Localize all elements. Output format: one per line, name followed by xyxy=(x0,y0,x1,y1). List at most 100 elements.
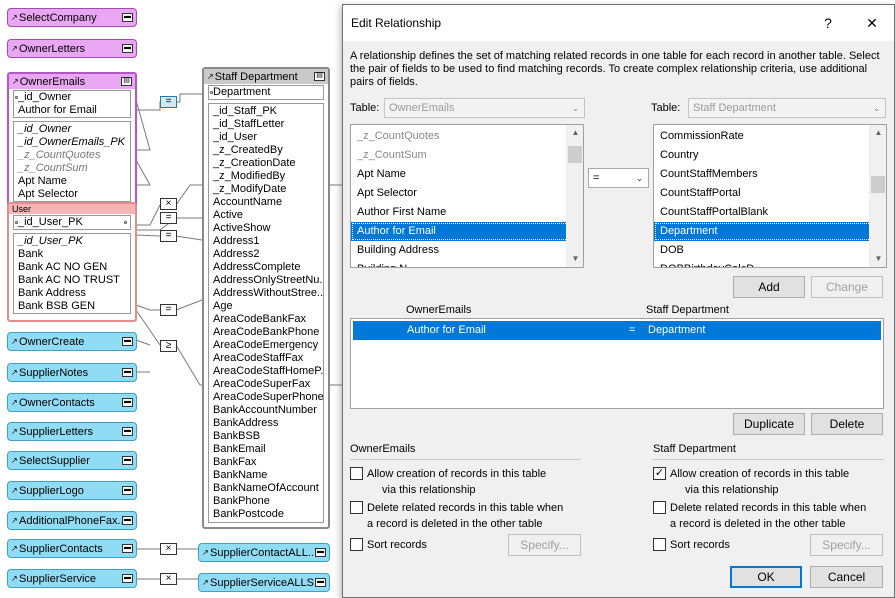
change-button[interactable]: Change xyxy=(811,276,883,298)
duplicate-button[interactable]: Duplicate xyxy=(733,413,805,435)
table-occurrence-staff-department[interactable]: ↗ Staff Department ▤ Department _id_Staf… xyxy=(202,67,330,529)
field-list-item[interactable]: Author First Name xyxy=(351,203,583,222)
left-delete-related-checkbox[interactable] xyxy=(350,501,363,514)
operator-select[interactable]: = ⌄ xyxy=(588,168,649,188)
field-list-item[interactable]: CountStaffPortal xyxy=(654,184,886,203)
field-list-item[interactable]: Building Address xyxy=(351,241,583,260)
table-occurrence-ownercontacts[interactable]: ↗ OwnerContacts ▬ xyxy=(7,393,137,412)
cancel-button[interactable]: Cancel xyxy=(810,566,883,588)
add-button[interactable]: Add xyxy=(733,276,805,298)
collapse-icon[interactable]: ▬ xyxy=(122,368,133,377)
option-label-line: a record is deleted in the other table xyxy=(367,518,543,530)
right-sort-checkbox[interactable] xyxy=(653,538,666,551)
collapse-icon[interactable]: ▬ xyxy=(122,456,133,465)
table-occurrence-suppliernotes[interactable]: ↗ SupplierNotes ▬ xyxy=(7,363,137,382)
table-occurrence-header[interactable]: ↗ Staff Department ▤ xyxy=(204,69,328,84)
collapse-icon[interactable]: ▬ xyxy=(122,13,133,22)
collapse-icon[interactable]: ▬ xyxy=(122,427,133,436)
left-allow-create-checkbox[interactable] xyxy=(350,467,363,480)
pin-icon: ↗ xyxy=(11,398,18,407)
delete-button[interactable]: Delete xyxy=(811,413,883,435)
relationship-pairs-list[interactable]: Author for Email = Department xyxy=(350,318,884,409)
right-specify-button[interactable]: Specify... xyxy=(810,534,883,556)
table-occurrence-suppliercontactall[interactable]: ↗ SupplierContactALL... ▬ xyxy=(198,543,330,562)
field-row: Bank xyxy=(18,248,44,260)
field-list-item[interactable]: Building N... xyxy=(351,260,583,267)
collapse-icon[interactable]: ▬ xyxy=(315,548,326,557)
left-table-select[interactable]: OwnerEmails ⌄ xyxy=(384,98,585,118)
collapse-icon[interactable]: ▬ xyxy=(122,337,133,346)
relationship-equals-icon[interactable]: = xyxy=(160,304,177,316)
right-delete-related-checkbox[interactable] xyxy=(653,501,666,514)
collapse-icon[interactable]: ▬ xyxy=(122,486,133,495)
right-allow-create-checkbox[interactable]: ✓ xyxy=(653,467,666,480)
field-list-item[interactable]: CommissionRate xyxy=(654,127,886,146)
field-list-item[interactable]: Department xyxy=(654,222,886,241)
relationship-cartesian-icon[interactable]: × xyxy=(160,573,177,585)
table-occurrence-owneremails[interactable]: ↗ OwnerEmails ▤ _id_Owner Author for Ema… xyxy=(7,72,137,208)
scroll-up-icon[interactable]: ▲ xyxy=(567,125,583,141)
relationship-cartesian-icon[interactable]: × xyxy=(160,543,177,555)
key-dot-icon xyxy=(124,221,127,224)
collapse-icon[interactable]: ▬ xyxy=(122,544,133,553)
left-sort-checkbox[interactable] xyxy=(350,538,363,551)
relationship-pair-row[interactable]: Author for Email = Department xyxy=(353,321,881,340)
scroll-thumb[interactable] xyxy=(871,176,885,193)
field-list[interactable]: _id_Owner _id_OwnerEmails_PK _z_CountQuo… xyxy=(13,121,131,202)
collapse-icon[interactable]: ▤ xyxy=(121,77,132,86)
dialog-titlebar[interactable]: Edit Relationship ? ✕ xyxy=(343,5,894,41)
field-list-item[interactable]: Author for Email xyxy=(351,222,583,241)
scroll-thumb[interactable] xyxy=(568,146,582,163)
table-occurrence-ownerletters[interactable]: ↗ OwnerLetters ▬ xyxy=(7,39,137,58)
field-list-item[interactable]: _z_CountSum xyxy=(351,146,583,165)
field-list-item[interactable]: _z_CountQuotes xyxy=(351,127,583,146)
field-list[interactable]: _id_User_PK Bank Bank AC NO GEN Bank AC … xyxy=(13,233,131,314)
table-occurrence-header[interactable]: ↗ OwnerEmails ▤ xyxy=(9,74,135,89)
table-occurrence-header[interactable]: User xyxy=(9,204,135,214)
field-list[interactable]: _id_Staff_PK _id_StaffLetter _id_User _z_Cr… xyxy=(208,103,324,523)
scroll-down-icon[interactable]: ▼ xyxy=(870,251,886,267)
field-list-item[interactable]: Apt Name xyxy=(351,165,583,184)
table-occurrence-user[interactable]: User _id_User_PK _id_User_PK Bank Bank A… xyxy=(7,202,137,322)
left-specify-button[interactable]: Specify... xyxy=(508,534,581,556)
field-list-item[interactable]: Apt Selector xyxy=(351,184,583,203)
collapse-icon[interactable]: ▬ xyxy=(315,578,326,587)
table-occurrence-additionalphonefax[interactable]: ↗ AdditionalPhoneFax... ▬ xyxy=(7,511,137,530)
table-occurrence-selectcompany[interactable]: ↗ SelectCompany ▬ xyxy=(7,8,137,27)
left-field-list[interactable]: _z_CountQuotes _z_CountSum Apt Name Apt Sel… xyxy=(350,124,584,268)
scroll-down-icon[interactable]: ▼ xyxy=(567,251,583,267)
relationship-equals-icon[interactable]: = xyxy=(160,230,177,242)
table-occurrence-supplierlogo[interactable]: ↗ SupplierLogo ▬ xyxy=(7,481,137,500)
ok-button[interactable]: OK xyxy=(730,566,802,588)
field-list-item[interactable]: CountStaffPortalBlank xyxy=(654,203,886,222)
pin-icon: ↗ xyxy=(11,574,18,583)
table-occurrence-supplierserviceall[interactable]: ↗ SupplierServiceALLS... ▬ xyxy=(198,573,330,592)
relationship-equals-icon[interactable]: = xyxy=(160,96,177,108)
scroll-up-icon[interactable]: ▲ xyxy=(870,125,886,141)
field-list-item[interactable]: DOBBirthdayCalcD... xyxy=(654,260,886,267)
table-occurrence-suppliercontacts[interactable]: ↗ SupplierContacts ▬ xyxy=(7,539,137,558)
right-table-select[interactable]: Staff Department ⌄ xyxy=(688,98,886,118)
collapse-icon[interactable]: ▬ xyxy=(122,516,133,525)
collapse-icon[interactable]: ▬ xyxy=(122,398,133,407)
field-list-item[interactable]: DOB xyxy=(654,241,886,260)
right-field-list[interactable]: CommissionRate Country CountStaffMembers Co… xyxy=(653,124,887,268)
field-list-item[interactable]: CountStaffMembers xyxy=(654,165,886,184)
table-occurrence-supplierservice[interactable]: ↗ SupplierService ▬ xyxy=(7,569,137,588)
table-occurrence-ownercreate[interactable]: ↗ OwnerCreate ▬ xyxy=(7,332,137,351)
field-list-item[interactable]: Country xyxy=(654,146,886,165)
collapse-icon[interactable]: ▬ xyxy=(122,44,133,53)
table-occurrence-supplierletters[interactable]: ↗ SupplierLetters ▬ xyxy=(7,422,137,441)
relationship-cartesian-icon[interactable]: × xyxy=(160,198,177,210)
pin-icon: ↗ xyxy=(11,44,18,53)
collapse-icon[interactable]: ▤ xyxy=(314,72,325,81)
divider xyxy=(350,459,581,460)
collapse-icon[interactable]: ▬ xyxy=(122,574,133,583)
left-field-scrollbar[interactable]: ▲ ▼ xyxy=(566,125,583,267)
relationship-greater-equal-icon[interactable]: ≥ xyxy=(160,340,177,352)
close-button[interactable]: ✕ xyxy=(850,5,894,41)
right-field-scrollbar[interactable]: ▲ ▼ xyxy=(869,125,886,267)
table-occurrence-selectsupplier[interactable]: ↗ SelectSupplier ▬ xyxy=(7,451,137,470)
relationship-equals-icon[interactable]: = xyxy=(160,212,177,224)
help-button[interactable]: ? xyxy=(806,5,850,41)
